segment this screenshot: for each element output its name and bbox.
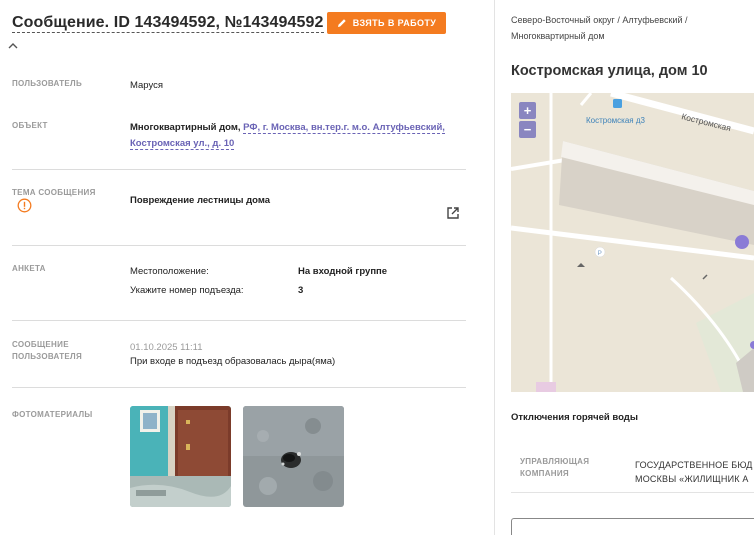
take-to-work-button[interactable]: ВЗЯТЬ В РАБОТУ	[327, 12, 446, 34]
message-row: СООБЩЕНИЕ ПОЛЬЗОВАТЕЛЯ 01.10.2025 11:11 …	[12, 334, 466, 388]
breadcrumb-line-2[interactable]: Многоквартирный дом	[511, 31, 605, 41]
page-title: Сообщение. ID 143494592, №143494592	[12, 14, 324, 33]
message-date: 01.10.2025 11:11	[130, 342, 203, 353]
topic-row: ТЕМА СООБЩЕНИЯ Повреждение лестницы дома	[12, 182, 466, 246]
message-label: СООБЩЕНИЕ ПОЛЬЗОВАТЕЛЯ	[12, 339, 82, 363]
message-text: При входе в подъезд образовалась дыра(ям…	[130, 356, 336, 367]
object-address-link-2[interactable]: Костромская ул., д. 10	[130, 138, 235, 150]
survey-answer-1: На входной группе	[298, 266, 388, 277]
zoom-out-button[interactable]: −	[519, 121, 536, 138]
divider-line	[511, 492, 754, 493]
external-link-icon[interactable]	[446, 206, 460, 220]
photo-thumbnail-1[interactable]	[130, 406, 231, 507]
input-box[interactable]	[511, 518, 754, 535]
object-info-panel: Северо-Восточный округ / Алтуфьевский / …	[495, 0, 754, 535]
management-company-line-1: ГОСУДАРСТВЕННОЕ БЮД	[635, 460, 753, 470]
survey-question-1: Местоположение:	[130, 266, 209, 277]
pencil-icon	[337, 19, 346, 27]
stairwell-photo	[130, 406, 231, 507]
hot-water-outage-title: Отключения горячей воды	[511, 412, 638, 423]
management-company-line-2: МОСКВЫ «ЖИЛИЩНИК А	[635, 474, 749, 484]
map-canvas: Костромская д3 Костромская P	[511, 93, 754, 392]
parking-label: P	[598, 250, 602, 257]
object-type: Многоквартирный дом,	[130, 122, 241, 133]
survey-answer-2: 3	[298, 285, 304, 296]
object-label: ОБЪЕКТ	[12, 121, 48, 130]
message-label-line-1: СООБЩЕНИЕ	[12, 340, 69, 349]
photo-thumbnail-2[interactable]	[243, 406, 344, 507]
map[interactable]: Костромская д3 Костромская P + −	[511, 93, 754, 392]
message-label-line-2: ПОЛЬЗОВАТЕЛЯ	[12, 352, 83, 361]
user-label: ПОЛЬЗОВАТЕЛЬ	[12, 79, 83, 88]
breadcrumb-line-1[interactable]: Северо-Восточный округ / Алтуфьевский /	[511, 15, 687, 25]
object-address-link-1[interactable]: РФ, г. Москва, вн.тер.г. м.о. Алтуфьевск…	[243, 122, 445, 134]
object-address-title: Костромская улица, дом 10	[511, 63, 708, 79]
take-to-work-label: ВЗЯТЬ В РАБОТУ	[352, 18, 437, 28]
photos-label: ФОТОМАТЕРИАЛЫ	[12, 410, 93, 419]
management-company-label: УПРАВЛЯЮЩАЯ КОМПАНИЯ	[520, 457, 590, 478]
object-row: ОБЪЕКТ Многоквартирный дом, РФ, г. Москв…	[12, 116, 466, 170]
breadcrumb: Северо-Восточный округ / Алтуфьевский / …	[511, 12, 741, 44]
survey-row: АНКЕТА Местоположение: На входной группе…	[12, 258, 466, 321]
topic-value: Повреждение лестницы дома	[130, 195, 271, 206]
zoom-in-button[interactable]: +	[519, 102, 536, 119]
warning-icon	[17, 198, 32, 213]
message-panel: Сообщение. ID 143494592, №143494592 ВЗЯТ…	[0, 0, 494, 535]
hole-photo	[243, 406, 344, 507]
management-company-value: ГОСУДАРСТВЕННОЕ БЮД МОСКВЫ «ЖИЛИЩНИК А	[635, 458, 754, 486]
bus-stop-label: Костромская д3	[586, 116, 646, 125]
survey-label: АНКЕТА	[12, 264, 46, 273]
user-value: Маруся	[130, 80, 164, 91]
survey-question-2: Укажите номер подъезда:	[130, 285, 244, 296]
object-value: Многоквартирный дом, РФ, г. Москва, вн.т…	[130, 120, 466, 152]
chevron-up-icon[interactable]	[7, 41, 19, 51]
